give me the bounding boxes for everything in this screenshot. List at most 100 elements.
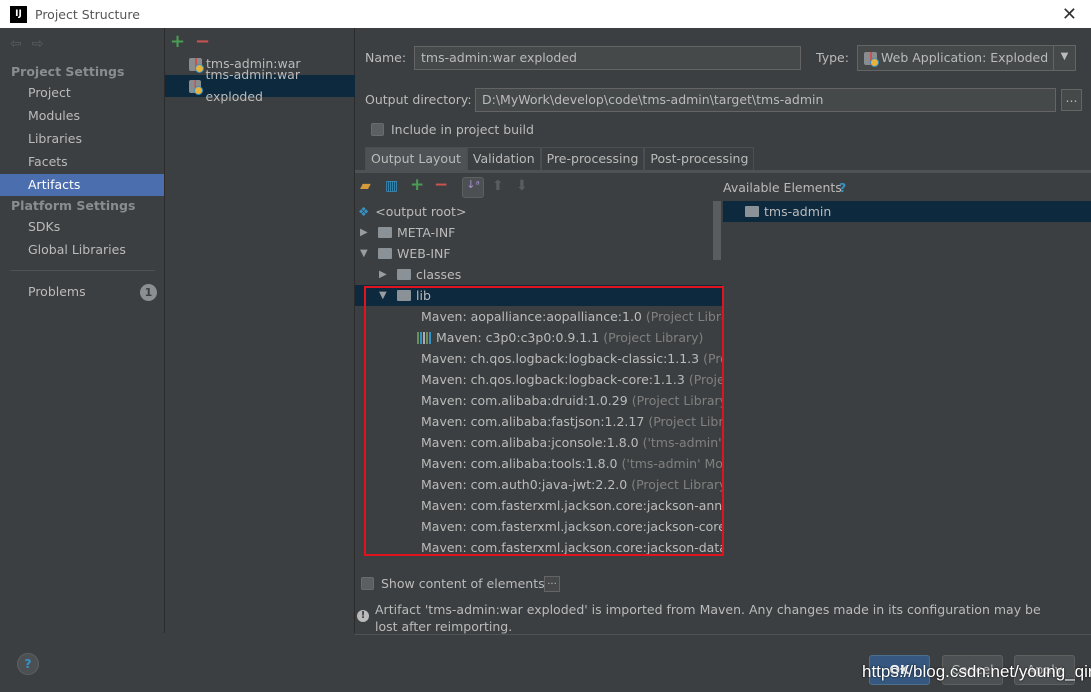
tab-bar: Output Layout Validation Pre-processing … — [365, 147, 755, 171]
library-name: Maven: c3p0:c3p0:0.9.1.1 — [436, 330, 600, 345]
tree-node-library[interactable]: Maven: ch.qos.logback:logback-classic:1.… — [355, 348, 722, 369]
tree-node-library[interactable]: Maven: ch.qos.logback:logback-core:1.1.3… — [355, 369, 722, 390]
library-scope: (Project Librar — [648, 414, 722, 429]
tree-node-library[interactable]: Maven: c3p0:c3p0:0.9.1.1 (Project Library… — [355, 327, 722, 348]
sidebar-item-sdks[interactable]: SDKs — [0, 216, 164, 238]
move-down-icon[interactable]: ⬇ — [516, 178, 528, 194]
tree-node-library[interactable]: Maven: com.fasterxml.jackson.core:jackso… — [355, 495, 722, 516]
tree-node-meta-inf[interactable]: ▶ META-INF — [355, 222, 722, 243]
tree-node-library[interactable]: Maven: com.fasterxml.jackson.core:jackso… — [355, 516, 722, 537]
new-directory-icon[interactable]: ▰ — [360, 178, 371, 194]
tree-node-output-root[interactable]: ❖ <output root> — [355, 201, 722, 222]
tree-node-library[interactable]: Maven: com.alibaba:tools:1.8.0 ('tms-admi… — [355, 453, 722, 474]
section-platform-settings: Platform Settings — [11, 198, 136, 213]
library-scope: (Proj — [703, 351, 722, 366]
tab-post-processing[interactable]: Post-processing — [644, 147, 755, 171]
problems-count-badge: 1 — [140, 284, 157, 301]
sort-alphabetically-icon[interactable]: ↓ᵃ — [462, 177, 484, 198]
tab-output-layout[interactable]: Output Layout — [365, 147, 467, 171]
name-input[interactable]: tms-admin:war exploded — [414, 46, 801, 70]
tree-node-classes[interactable]: ▶ classes — [355, 264, 722, 285]
show-content-checkbox[interactable] — [361, 577, 374, 590]
available-elements-title: Available Elements — [723, 180, 842, 195]
back-forward-arrows[interactable]: ⇦⇨ — [10, 36, 53, 52]
node-label: classes — [416, 267, 462, 282]
library-name: Maven: com.fasterxml.jackson.core:jackso… — [421, 519, 722, 534]
include-in-build-checkbox[interactable] — [371, 123, 384, 136]
node-label: lib — [416, 288, 431, 303]
tab-validation[interactable]: Validation — [466, 147, 541, 171]
artifact-list — [165, 28, 355, 633]
tree-scrollbar[interactable] — [713, 201, 721, 260]
show-content-options-button[interactable]: ... — [544, 576, 560, 592]
library-scope: (Project Library) — [631, 393, 722, 408]
tree-node-web-inf[interactable]: ▼ WEB-INF — [355, 243, 722, 264]
tree-node-library[interactable]: Maven: com.alibaba:jconsole:1.8.0 ('tms-a… — [355, 432, 722, 453]
tab-pre-processing[interactable]: Pre-processing — [540, 147, 645, 171]
section-project-settings: Project Settings — [11, 64, 125, 79]
library-scope: (Projec — [688, 372, 722, 387]
library-name: Maven: aopalliance:aopalliance:1.0 — [421, 309, 642, 324]
sidebar-item-global-libraries[interactable]: Global Libraries — [0, 239, 164, 261]
chevron-down-icon: ▼ — [1053, 46, 1075, 70]
expand-arrow-icon[interactable]: ▶ — [379, 264, 391, 285]
folder-icon — [378, 248, 392, 259]
output-directory-input[interactable]: D:\MyWork\develop\code\tms-admin\target\… — [475, 88, 1056, 112]
sidebar-item-libraries[interactable]: Libraries — [0, 128, 164, 150]
warning-message: Artifact 'tms-admin:war exploded' is imp… — [375, 602, 1041, 634]
watermark: https://blog.csdn.net/young_qin — [862, 662, 1091, 681]
library-icon — [417, 331, 432, 344]
folder-icon — [397, 269, 411, 280]
node-label: WEB-INF — [397, 246, 451, 261]
tree-node-library[interactable]: Maven: com.auth0:java-jwt:2.2.0 (Project … — [355, 474, 722, 495]
tree-node-library[interactable]: Maven: com.fasterxml.jackson.core:jackso… — [355, 537, 722, 558]
available-item[interactable]: tms-admin — [723, 201, 1091, 222]
library-name: Maven: com.alibaba:druid:1.0.29 — [421, 393, 628, 408]
library-scope: (Project Library) — [603, 330, 704, 345]
library-name: Maven: com.fasterxml.jackson.core:jackso… — [421, 540, 722, 555]
browse-button[interactable]: ... — [1061, 89, 1082, 111]
name-label: Name: — [365, 50, 407, 65]
move-up-icon[interactable]: ⬆ — [492, 178, 504, 194]
tree-node-library[interactable]: Maven: com.alibaba:fastjson:1.2.17 (Proje… — [355, 411, 722, 432]
sidebar-item-facets[interactable]: Facets — [0, 151, 164, 173]
show-content-label: Show content of elements — [381, 576, 545, 591]
available-item-label: tms-admin — [764, 204, 832, 219]
add-artifact-button[interactable]: + — [170, 31, 185, 52]
output-directory-label: Output directory: — [365, 92, 472, 107]
node-label: <output root> — [375, 204, 467, 219]
library-name: Maven: com.fasterxml.jackson.core:jackso… — [421, 498, 722, 513]
sidebar-item-modules[interactable]: Modules — [0, 105, 164, 127]
expand-arrow-icon[interactable]: ▶ — [360, 222, 372, 243]
help-button[interactable]: ? — [17, 653, 39, 675]
help-icon[interactable]: ? — [839, 180, 846, 195]
remove-element-icon[interactable]: − — [434, 175, 448, 195]
tree-node-lib[interactable]: ▼ lib — [355, 285, 722, 306]
output-root-icon: ❖ — [358, 204, 370, 219]
sidebar-item-artifacts[interactable]: Artifacts — [0, 174, 164, 196]
collapse-arrow-icon[interactable]: ▼ — [360, 243, 372, 264]
artifact-icon — [189, 79, 205, 95]
artifact-label: tms-admin:war exploded — [205, 67, 300, 104]
intellij-logo: IJ — [10, 5, 27, 23]
warning-icon: ! — [357, 610, 369, 622]
sidebar-item-project[interactable]: Project — [0, 82, 164, 104]
add-element-icon[interactable]: + — [410, 175, 424, 195]
collapse-arrow-icon[interactable]: ▼ — [379, 285, 391, 306]
tree-node-library[interactable]: Maven: aopalliance:aopalliance:1.0 (Proje… — [355, 306, 722, 327]
library-name: Maven: com.alibaba:fastjson:1.2.17 — [421, 414, 645, 429]
divider — [10, 270, 155, 271]
divider — [355, 634, 1091, 635]
type-select[interactable]: Web Application: Exploded ▼ — [857, 45, 1076, 71]
title-bar: IJ Project Structure ✕ — [0, 0, 1091, 28]
type-value: Web Application: Exploded — [881, 50, 1049, 65]
include-in-build-label: Include in project build — [391, 122, 534, 137]
folder-icon — [397, 290, 411, 301]
tree-node-library[interactable]: Maven: com.alibaba:druid:1.0.29 (Project … — [355, 390, 722, 411]
remove-artifact-button[interactable]: − — [195, 31, 210, 52]
archive-icon[interactable]: ▥ — [385, 178, 398, 194]
type-label: Type: — [816, 50, 849, 65]
library-scope: (Project Library) — [631, 477, 722, 492]
close-button[interactable]: ✕ — [1062, 4, 1077, 25]
artifact-item-selected[interactable]: tms-admin:war exploded — [165, 67, 355, 104]
